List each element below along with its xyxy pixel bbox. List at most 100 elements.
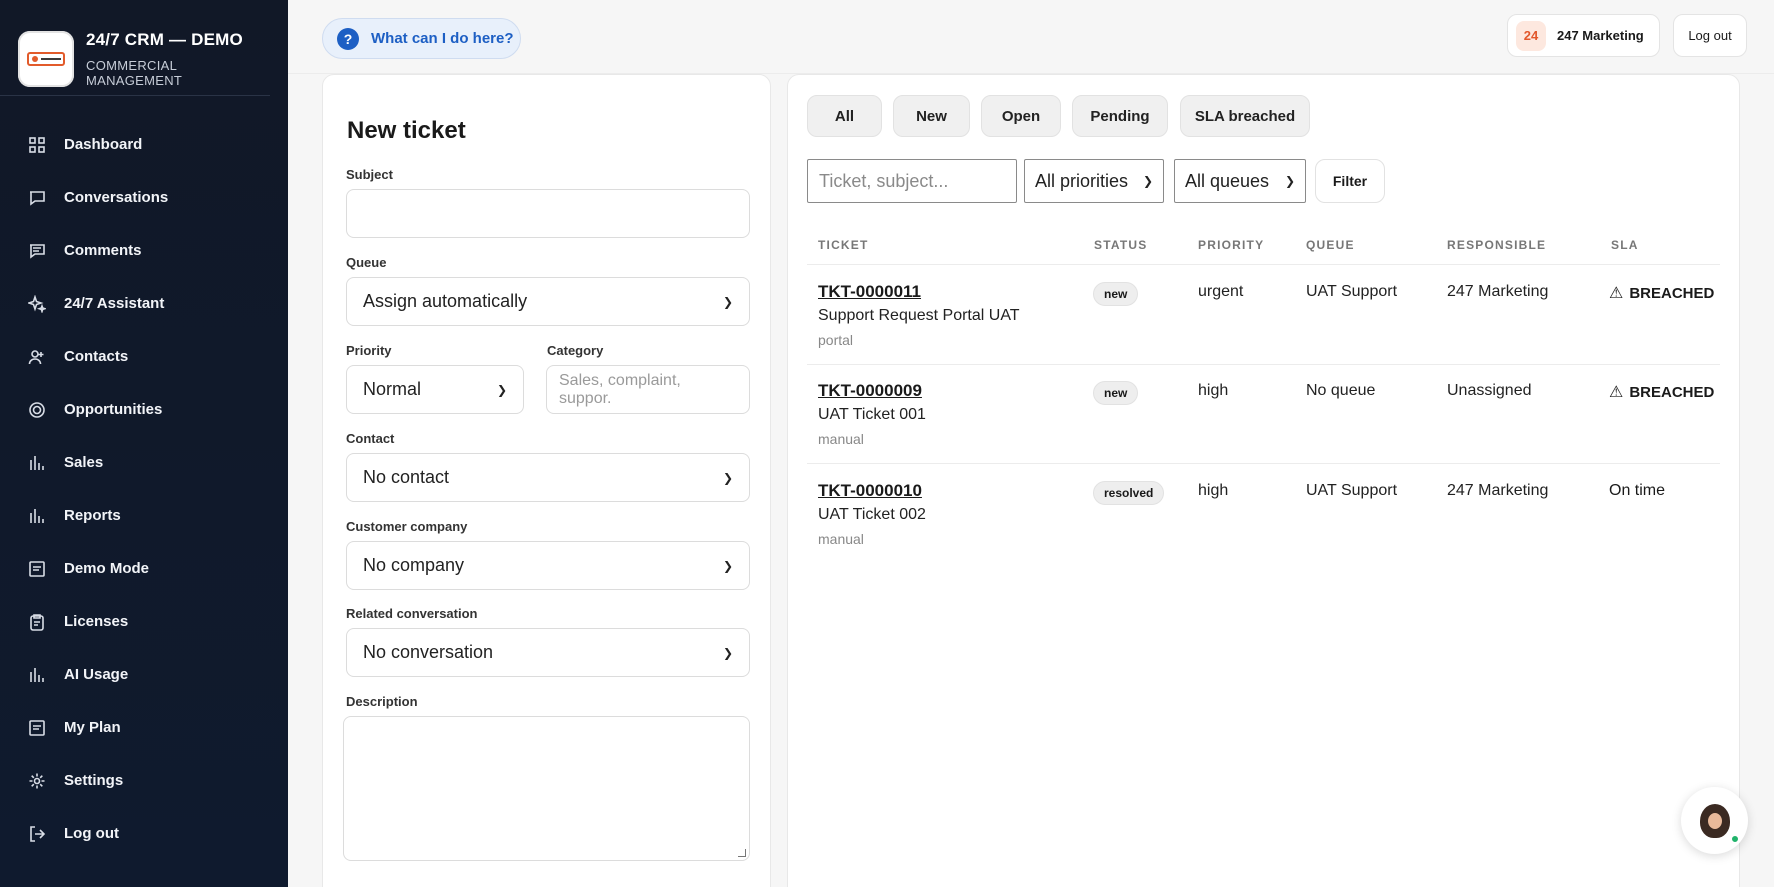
ticket-responsible: 247 Marketing [1447, 283, 1549, 300]
ticket-search-input[interactable]: Ticket, subject... [807, 159, 1017, 203]
ticket-id-link[interactable]: TKT-0000011 [818, 282, 921, 302]
ticket-source: manual [818, 431, 864, 447]
conversation-select[interactable]: No conversation ❯ [346, 628, 750, 677]
tab-pending[interactable]: Pending [1072, 95, 1168, 137]
chevron-down-icon: ❯ [722, 558, 733, 573]
contact-select-value: No contact [363, 467, 450, 487]
grid-icon [28, 136, 46, 154]
sidebar-item-contacts[interactable]: Contacts [0, 330, 288, 383]
tab-all[interactable]: All [807, 95, 882, 137]
sidebar-item-demo-mode[interactable]: Demo Mode [0, 542, 288, 595]
sla-status: ⚠ BREACHED [1609, 382, 1714, 402]
sidebar-item-label: AI Usage [64, 666, 129, 683]
column-header-responsible: RESPONSIBLE [1447, 238, 1547, 252]
contact-select[interactable]: No contact ❯ [346, 453, 750, 502]
sidebar-item-my-plan[interactable]: My Plan [0, 701, 288, 754]
question-icon: ? [337, 27, 359, 50]
sidebar-item-label: Sales [64, 454, 104, 471]
column-header-queue: QUEUE [1306, 238, 1355, 252]
chevron-down-icon: ❯ [1142, 174, 1153, 188]
chevron-down-icon: ❯ [496, 382, 507, 397]
sidebar-item-reports[interactable]: Reports [0, 489, 288, 542]
user-name: 247 Marketing [1557, 28, 1644, 43]
sidebar-item-dashboard[interactable]: Dashboard [0, 118, 288, 171]
online-status-indicator [1730, 834, 1740, 844]
sidebar-item-ai-usage[interactable]: AI Usage [0, 648, 288, 701]
window-icon [28, 719, 46, 737]
sidebar-item-label: My Plan [64, 719, 121, 736]
header-divider [807, 264, 1720, 265]
ticket-list-panel: All New Open Pending SLA breached Ticket… [787, 74, 1740, 887]
row-divider [807, 463, 1720, 464]
category-input[interactable]: Sales, complaint, suppor. [546, 365, 750, 414]
priority-select[interactable]: Normal ❯ [346, 365, 524, 414]
queue-filter-value: All queues [1185, 170, 1270, 191]
bar-chart-icon [28, 454, 46, 472]
status-badge: resolved [1093, 481, 1165, 505]
chevron-down-icon: ❯ [722, 470, 733, 485]
company-select[interactable]: No company ❯ [346, 541, 750, 590]
sidebar: 24/7 CRM — DEMO COMMERCIAL MANAGEMENT Da… [0, 0, 288, 887]
sidebar-item-label: Log out [64, 825, 119, 842]
sla-status-label: BREACHED [1629, 383, 1715, 401]
brand-logo [18, 30, 74, 87]
ticket-id-link[interactable]: TKT-0000009 [818, 381, 922, 401]
sla-status: ⚠ BREACHED [1609, 283, 1714, 303]
chevron-down-icon: ❯ [722, 294, 733, 309]
bar-chart-icon [28, 507, 46, 525]
conversation-label: Related conversation [346, 606, 478, 621]
sidebar-item-label: Conversations [64, 189, 169, 206]
form-title: New ticket [347, 117, 466, 144]
sidebar-item-label: Contacts [64, 348, 129, 365]
sidebar-item-licenses[interactable]: Licenses [0, 595, 288, 648]
ticket-responsible: 247 Marketing [1447, 482, 1549, 499]
chevron-down-icon: ❯ [1284, 174, 1295, 188]
sla-status: On time [1609, 482, 1666, 499]
ticket-subject: UAT Ticket 001 [818, 406, 926, 423]
contact-label: Contact [346, 431, 395, 446]
company-select-value: No company [363, 555, 465, 575]
tab-new[interactable]: New [893, 95, 970, 137]
sidebar-item-label: Dashboard [64, 136, 143, 153]
subject-input[interactable] [346, 189, 750, 238]
resize-handle[interactable] [738, 849, 746, 857]
target-icon [28, 401, 46, 419]
priority-filter-select[interactable]: All priorities ❯ [1024, 159, 1164, 203]
sidebar-item-assistant[interactable]: 24/7 Assistant [0, 277, 288, 330]
brand-subtitle: COMMERCIAL MANAGEMENT [86, 57, 183, 88]
sidebar-item-settings[interactable]: Settings [0, 754, 288, 807]
sidebar-item-label: Opportunities [64, 401, 163, 418]
user-menu[interactable]: 24 247 Marketing [1507, 14, 1660, 57]
queue-filter-select[interactable]: All queues ❯ [1174, 159, 1306, 203]
ticket-id-link[interactable]: TKT-0000010 [818, 481, 922, 501]
description-textarea[interactable] [343, 716, 750, 861]
column-header-ticket: TICKET [818, 238, 869, 252]
sidebar-item-sales[interactable]: Sales [0, 436, 288, 489]
brand-title: 24/7 CRM — DEMO [86, 29, 243, 49]
tab-sla-breached[interactable]: SLA breached [1180, 95, 1310, 137]
logout-button[interactable]: Log out [1673, 14, 1747, 57]
ticket-queue: UAT Support [1306, 283, 1398, 300]
window-icon [28, 560, 46, 578]
sparkle-icon [28, 294, 46, 313]
ticket-source: portal [818, 332, 854, 348]
ticket-queue: UAT Support [1306, 482, 1398, 499]
sidebar-item-comments[interactable]: Comments [0, 224, 288, 277]
clipboard-icon [28, 613, 46, 631]
filter-button[interactable]: Filter [1315, 159, 1385, 203]
sidebar-item-log-out[interactable]: Log out [0, 807, 288, 860]
status-badge: new [1093, 381, 1139, 405]
ticket-source: manual [818, 531, 864, 547]
category-label: Category [547, 343, 604, 358]
priority-label: Priority [346, 343, 392, 358]
ticket-priority: urgent [1198, 283, 1244, 300]
chat-assistant-button[interactable] [1681, 787, 1748, 854]
sidebar-item-opportunities[interactable]: Opportunities [0, 383, 288, 436]
subject-label: Subject [346, 167, 393, 182]
help-button[interactable]: ? What can I do here? [322, 18, 521, 59]
queue-select[interactable]: Assign automatically ❯ [346, 277, 750, 326]
brand: 24/7 CRM — DEMO COMMERCIAL MANAGEMENT [0, 0, 270, 96]
conversation-select-value: No conversation [363, 642, 494, 662]
sidebar-item-conversations[interactable]: Conversations [0, 171, 288, 224]
tab-open[interactable]: Open [981, 95, 1061, 137]
